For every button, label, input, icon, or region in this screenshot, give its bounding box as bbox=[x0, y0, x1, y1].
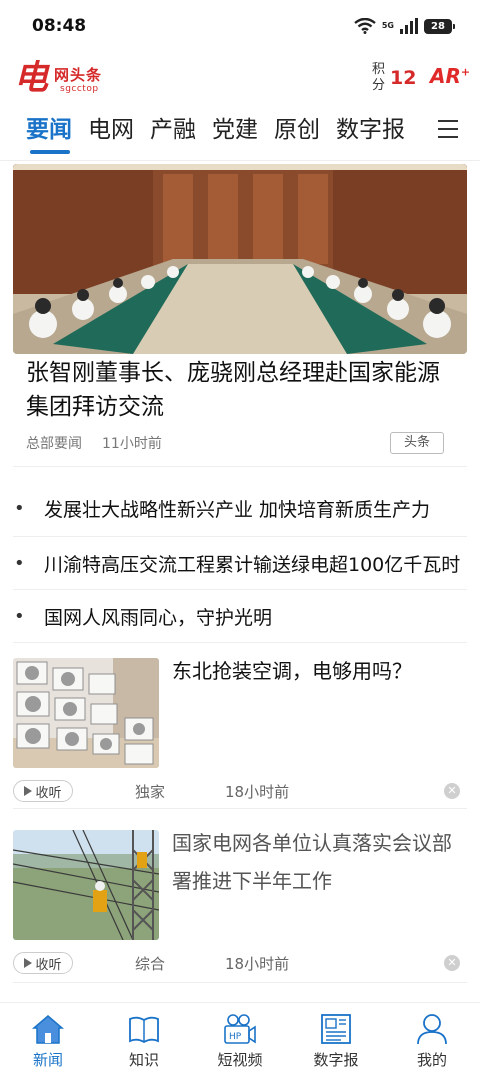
points-widget[interactable]: 积分 12 bbox=[372, 62, 416, 94]
nav-item-knowledge[interactable]: 知识 bbox=[96, 1003, 192, 1072]
tab-dangjian[interactable]: 党建 bbox=[212, 108, 258, 152]
power-line-workers-photo bbox=[13, 830, 159, 940]
tab-yaowen[interactable]: 要闻 bbox=[26, 108, 72, 152]
ar-button[interactable]: AR+ bbox=[430, 64, 470, 88]
play-icon bbox=[24, 786, 33, 796]
news-title[interactable]: 国家电网各单位认真落实会议部署推进下半年工作 bbox=[172, 824, 462, 900]
listen-button[interactable]: 收听 bbox=[13, 952, 73, 974]
ar-plus: + bbox=[460, 65, 471, 79]
video-camera-icon: HP bbox=[224, 1014, 256, 1044]
points-value: 12 bbox=[390, 67, 417, 89]
divider bbox=[13, 466, 467, 467]
network-type-label: 5G bbox=[381, 21, 394, 30]
close-icon[interactable]: ✕ bbox=[444, 783, 460, 799]
news-source: 独家 bbox=[135, 783, 166, 801]
divider bbox=[13, 808, 467, 809]
news-time: 18小时前 bbox=[225, 955, 290, 973]
headline-item[interactable]: • 发展壮大战略性新兴产业 加快培育新质生产力 bbox=[0, 490, 480, 526]
active-tab-indicator bbox=[30, 150, 70, 154]
news-thumbnail[interactable] bbox=[13, 830, 159, 940]
nav-label: 知识 bbox=[128, 1051, 159, 1069]
points-label: 积分 bbox=[372, 62, 386, 93]
logo-name: 网头条 bbox=[54, 66, 103, 84]
listen-button[interactable]: 收听 bbox=[13, 780, 73, 802]
air-conditioners-photo bbox=[13, 658, 159, 768]
tab-menu-icon[interactable] bbox=[438, 120, 458, 138]
hero-title[interactable]: 张智刚董事长、庞骁刚总经理赴国家能源集团拜访交流 bbox=[26, 356, 456, 424]
tab-dianwang[interactable]: 电网 bbox=[88, 108, 134, 152]
logo-mark: 电 bbox=[14, 58, 48, 98]
svg-text:HP: HP bbox=[229, 1032, 242, 1042]
hero-source: 总部要闻 bbox=[26, 436, 82, 452]
tab-shuzibao[interactable]: 数字报 bbox=[336, 108, 405, 152]
nav-label: 数字报 bbox=[313, 1051, 359, 1069]
status-icons: 5G 28 bbox=[354, 18, 455, 34]
divider bbox=[13, 536, 467, 537]
ar-label: AR bbox=[430, 64, 461, 88]
listen-label: 收听 bbox=[35, 957, 62, 973]
nav-item-profile[interactable]: 我的 bbox=[384, 1003, 480, 1072]
news-time: 18小时前 bbox=[225, 783, 290, 801]
battery-icon: 28 bbox=[424, 18, 455, 34]
news-title[interactable]: 东北抢装空调，电够用吗？ bbox=[172, 652, 462, 690]
tab-chanrong[interactable]: 产融 bbox=[150, 108, 196, 152]
home-icon bbox=[31, 1015, 65, 1044]
category-tabs: 要闻 电网 产融 党建 原创 数字报 bbox=[0, 108, 480, 154]
nav-item-digital-paper[interactable]: 数字报 bbox=[288, 1003, 384, 1072]
nav-label: 我的 bbox=[416, 1051, 447, 1069]
hero-time: 11小时前 bbox=[102, 436, 162, 452]
close-icon[interactable]: ✕ bbox=[444, 955, 460, 971]
divider bbox=[0, 160, 480, 161]
nav-label: 新闻 bbox=[32, 1051, 63, 1069]
nav-item-short-video[interactable]: HP 短视频 bbox=[192, 1003, 288, 1072]
listen-label: 收听 bbox=[35, 785, 62, 801]
news-meta: 收听 综合 18小时前 ✕ bbox=[13, 952, 467, 976]
headline-item[interactable]: • 川渝特高压交流工程累计输送绿电超100亿千瓦时 bbox=[0, 545, 480, 581]
bullet-dot-icon: • bbox=[14, 552, 25, 574]
hero-image[interactable] bbox=[13, 164, 467, 354]
tab-track: 要闻 电网 产融 党建 原创 数字报 bbox=[26, 108, 436, 154]
status-time: 08:48 bbox=[32, 16, 87, 36]
book-icon bbox=[129, 1016, 159, 1044]
app-header: 电 网头条 sgcctop 积分 12 AR+ bbox=[0, 56, 480, 104]
logo-sub: sgcctop bbox=[60, 84, 99, 94]
signal-icon bbox=[400, 18, 418, 34]
headline-text: 发展壮大战略性新兴产业 加快培育新质生产力 bbox=[44, 498, 431, 521]
meeting-room-photo bbox=[13, 164, 467, 354]
bottom-navigation: 新闻 知识 HP 短视频 数字报 我的 bbox=[0, 1002, 480, 1072]
news-thumbnail[interactable] bbox=[13, 658, 159, 768]
newspaper-icon bbox=[321, 1014, 351, 1044]
nav-item-news[interactable]: 新闻 bbox=[0, 1003, 96, 1072]
status-bar: 08:48 5G 28 bbox=[0, 0, 480, 52]
wifi-icon bbox=[354, 18, 376, 34]
news-source: 综合 bbox=[135, 955, 166, 973]
headline-item[interactable]: • 国网人风雨同心，守护光明 bbox=[0, 598, 480, 634]
app-logo: 电 网头条 sgcctop bbox=[14, 58, 124, 102]
divider bbox=[13, 982, 467, 983]
news-meta: 收听 独家 18小时前 ✕ bbox=[13, 780, 467, 804]
headline-text: 川渝特高压交流工程累计输送绿电超100亿千瓦时 bbox=[44, 553, 461, 576]
nav-label: 短视频 bbox=[217, 1051, 263, 1069]
headline-text: 国网人风雨同心，守护光明 bbox=[44, 606, 273, 629]
hero-meta: 总部要闻 11小时前 bbox=[26, 432, 162, 454]
bullet-dot-icon: • bbox=[14, 497, 25, 519]
person-icon bbox=[417, 1014, 447, 1045]
divider bbox=[13, 589, 467, 590]
tab-yuanchuang[interactable]: 原创 bbox=[274, 108, 320, 152]
headline-badge: 头条 bbox=[390, 432, 444, 454]
bullet-dot-icon: • bbox=[14, 605, 25, 627]
play-icon bbox=[24, 958, 33, 968]
divider bbox=[13, 642, 467, 643]
